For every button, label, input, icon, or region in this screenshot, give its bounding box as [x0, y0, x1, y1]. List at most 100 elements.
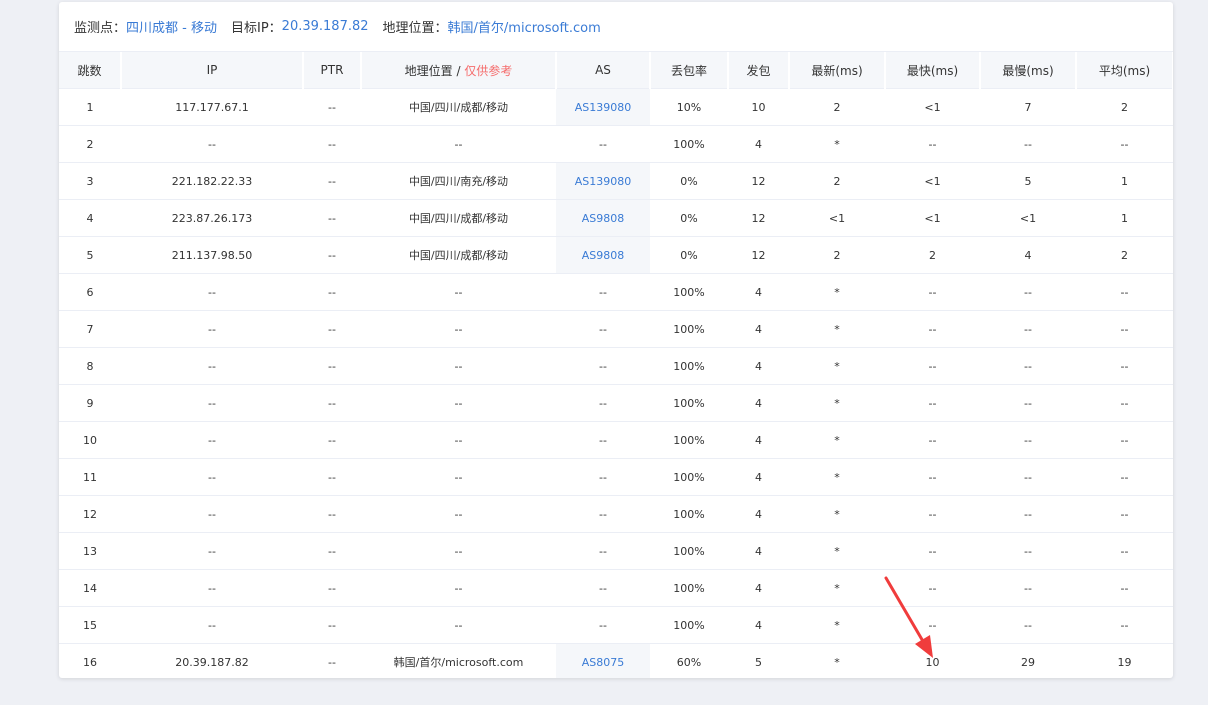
cell-avg: --	[1076, 347, 1173, 385]
cell-geo: 中国/四川/成都/移动	[361, 88, 556, 126]
cell-best: --	[885, 421, 980, 459]
cell-geo: --	[361, 569, 556, 607]
cell-sent: 4	[728, 532, 789, 570]
cell-as-link[interactable]: AS139080	[556, 162, 650, 200]
cell-ip: --	[121, 384, 303, 422]
cell-as-link[interactable]: AS8075	[556, 643, 650, 678]
cell-ptr: --	[303, 532, 361, 570]
cell-hop: 6	[59, 273, 121, 311]
cell-avg: --	[1076, 310, 1173, 348]
cell-hop: 10	[59, 421, 121, 459]
cell-as: --	[556, 532, 650, 570]
table-row: 5 211.137.98.50 -- 中国/四川/成都/移动 AS9808 0%…	[59, 236, 1173, 274]
cell-ip: 223.87.26.173	[121, 199, 303, 237]
cell-ip: --	[121, 273, 303, 311]
cell-avg: --	[1076, 569, 1173, 607]
table-row: 6 -- -- -- -- 100% 4 * -- -- --	[59, 273, 1173, 311]
cell-sent: 10	[728, 88, 789, 126]
cell-hop: 13	[59, 532, 121, 570]
cell-hop: 1	[59, 88, 121, 126]
cell-loss: 10%	[650, 88, 728, 126]
cell-loss: 100%	[650, 384, 728, 422]
cell-ptr: --	[303, 569, 361, 607]
cell-ptr: --	[303, 199, 361, 237]
cell-avg: --	[1076, 384, 1173, 422]
cell-worst: 5	[980, 162, 1076, 200]
cell-last: 2	[789, 162, 885, 200]
cell-ip: 211.137.98.50	[121, 236, 303, 274]
cell-best: --	[885, 458, 980, 496]
cell-hop: 2	[59, 125, 121, 163]
trace-result-card: 监测点： 四川成都 - 移动 目标IP： 20.39.187.82 地理位置： …	[59, 2, 1173, 678]
cell-ptr: --	[303, 88, 361, 126]
cell-sent: 4	[728, 273, 789, 311]
cell-geo: 中国/四川/成都/移动	[361, 236, 556, 274]
cell-ptr: --	[303, 421, 361, 459]
cell-hop: 16	[59, 643, 121, 678]
cell-ip: 20.39.187.82	[121, 643, 303, 678]
cell-ip: --	[121, 532, 303, 570]
cell-as: --	[556, 347, 650, 385]
cell-ip: --	[121, 569, 303, 607]
cell-geo: 中国/四川/成都/移动	[361, 199, 556, 237]
cell-sent: 4	[728, 421, 789, 459]
cell-sent: 4	[728, 606, 789, 644]
cell-as-link[interactable]: AS139080	[556, 88, 650, 126]
cell-ptr: --	[303, 273, 361, 311]
col-best: 最快(ms)	[885, 52, 981, 89]
cell-avg: --	[1076, 458, 1173, 496]
col-geo-note: 仅供参考	[464, 63, 513, 78]
cell-ip: --	[121, 458, 303, 496]
cell-hop: 14	[59, 569, 121, 607]
table-row: 12 -- -- -- -- 100% 4 * -- -- --	[59, 495, 1173, 533]
cell-avg: 2	[1076, 88, 1173, 126]
cell-avg: 2	[1076, 236, 1173, 274]
col-geo-label: 地理位置 /	[404, 63, 465, 78]
cell-loss: 100%	[650, 347, 728, 385]
cell-hop: 4	[59, 199, 121, 237]
cell-avg: --	[1076, 421, 1173, 459]
cell-worst: --	[980, 606, 1076, 644]
cell-worst: --	[980, 384, 1076, 422]
cell-geo: --	[361, 458, 556, 496]
cell-as-link[interactable]: AS9808	[556, 236, 650, 274]
cell-sent: 4	[728, 495, 789, 533]
table-row: 15 -- -- -- -- 100% 4 * -- -- --	[59, 606, 1173, 644]
cell-loss: 100%	[650, 532, 728, 570]
table-row: 10 -- -- -- -- 100% 4 * -- -- --	[59, 421, 1173, 459]
table-row: 9 -- -- -- -- 100% 4 * -- -- --	[59, 384, 1173, 422]
cell-ptr: --	[303, 458, 361, 496]
cell-geo: --	[361, 495, 556, 533]
cell-loss: 100%	[650, 458, 728, 496]
cell-last: *	[789, 273, 885, 311]
cell-as-link[interactable]: AS9808	[556, 199, 650, 237]
cell-as: --	[556, 458, 650, 496]
cell-hop: 15	[59, 606, 121, 644]
cell-sent: 12	[728, 199, 789, 237]
cell-best: --	[885, 310, 980, 348]
cell-last: *	[789, 495, 885, 533]
cell-sent: 12	[728, 236, 789, 274]
cell-avg: 19	[1076, 643, 1173, 678]
cell-sent: 4	[728, 347, 789, 385]
cell-worst: --	[980, 495, 1076, 533]
cell-ptr: --	[303, 384, 361, 422]
cell-last: *	[789, 347, 885, 385]
cell-hop: 12	[59, 495, 121, 533]
cell-best: --	[885, 495, 980, 533]
cell-last: *	[789, 310, 885, 348]
cell-worst: <1	[980, 199, 1076, 237]
cell-worst: 29	[980, 643, 1076, 678]
geo-value: 韩国/首尔/microsoft.com	[447, 21, 601, 36]
cell-geo: 韩国/首尔/microsoft.com	[361, 643, 556, 678]
cell-as: --	[556, 384, 650, 422]
cell-sent: 4	[728, 569, 789, 607]
red-arrow-icon	[884, 576, 933, 658]
col-avg: 平均(ms)	[1076, 52, 1173, 89]
table-row: 11 -- -- -- -- 100% 4 * -- -- --	[59, 458, 1173, 496]
cell-last: *	[789, 421, 885, 459]
cell-best: <1	[885, 199, 980, 237]
cell-best: 2	[885, 236, 980, 274]
cell-ip: 117.177.67.1	[121, 88, 303, 126]
cell-as: --	[556, 273, 650, 311]
